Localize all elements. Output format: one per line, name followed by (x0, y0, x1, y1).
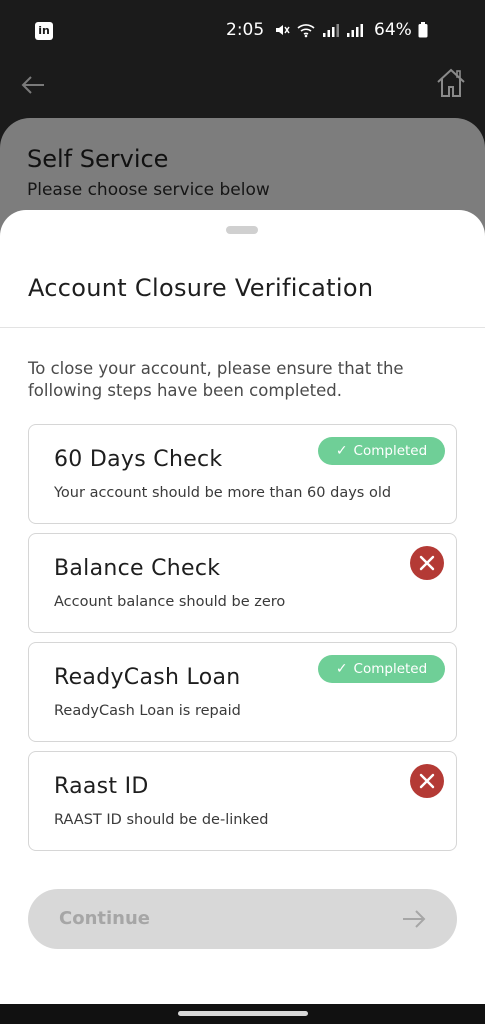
navigation-bar (0, 1004, 485, 1024)
check-title: 60 Days Check (54, 447, 223, 472)
completed-badge: ✓ Completed (318, 655, 445, 683)
check-title: ReadyCash Loan (54, 665, 241, 690)
divider (0, 327, 485, 328)
continue-label: Continue (59, 908, 151, 929)
check-description: Your account should be more than 60 days… (54, 485, 392, 501)
status-time: 2:05 (226, 20, 265, 40)
failed-icon (410, 546, 444, 580)
drag-handle[interactable] (226, 226, 258, 234)
status-icons: 64% (274, 20, 428, 40)
check-card-60-days: 60 Days Check Your account should be mor… (28, 424, 457, 524)
check-card-balance: Balance Check Account balance should be … (28, 533, 457, 633)
status-bar: in 2:05 64% (0, 0, 485, 62)
account-closure-modal: Account Closure Verification To close yo… (0, 210, 485, 1010)
arrow-right-icon (403, 910, 426, 928)
continue-button[interactable]: Continue (28, 889, 457, 949)
home-gesture-bar[interactable] (178, 1011, 308, 1016)
check-icon: ✓ (335, 443, 348, 459)
check-description: RAAST ID should be de-linked (54, 812, 269, 828)
wifi-icon (297, 24, 315, 38)
check-title: Balance Check (54, 556, 221, 581)
back-arrow-icon[interactable] (20, 72, 46, 98)
intro-text: To close your account, please ensure tha… (28, 359, 404, 400)
battery-percent: 64% (374, 20, 412, 40)
battery-icon (418, 22, 428, 38)
check-card-readycash-loan: ReadyCash Loan ReadyCash Loan is repaid … (28, 642, 457, 742)
home-icon[interactable] (434, 66, 468, 100)
page-subtitle: Please choose service below (27, 180, 270, 200)
modal-title: Account Closure Verification (28, 274, 374, 302)
check-description: Account balance should be zero (54, 594, 286, 610)
check-icon: ✓ (335, 661, 348, 677)
signal-icon (323, 24, 339, 37)
page-title: Self Service (27, 145, 169, 173)
check-title: Raast ID (54, 774, 149, 799)
completed-label: Completed (353, 443, 428, 459)
completed-label: Completed (353, 661, 428, 677)
check-card-raast-id: Raast ID RAAST ID should be de-linked (28, 751, 457, 851)
failed-icon (410, 764, 444, 798)
completed-badge: ✓ Completed (318, 437, 445, 465)
check-description: ReadyCash Loan is repaid (54, 703, 241, 719)
linkedin-icon: in (35, 22, 53, 40)
mute-icon (276, 25, 290, 35)
signal-icon-2 (347, 24, 363, 37)
